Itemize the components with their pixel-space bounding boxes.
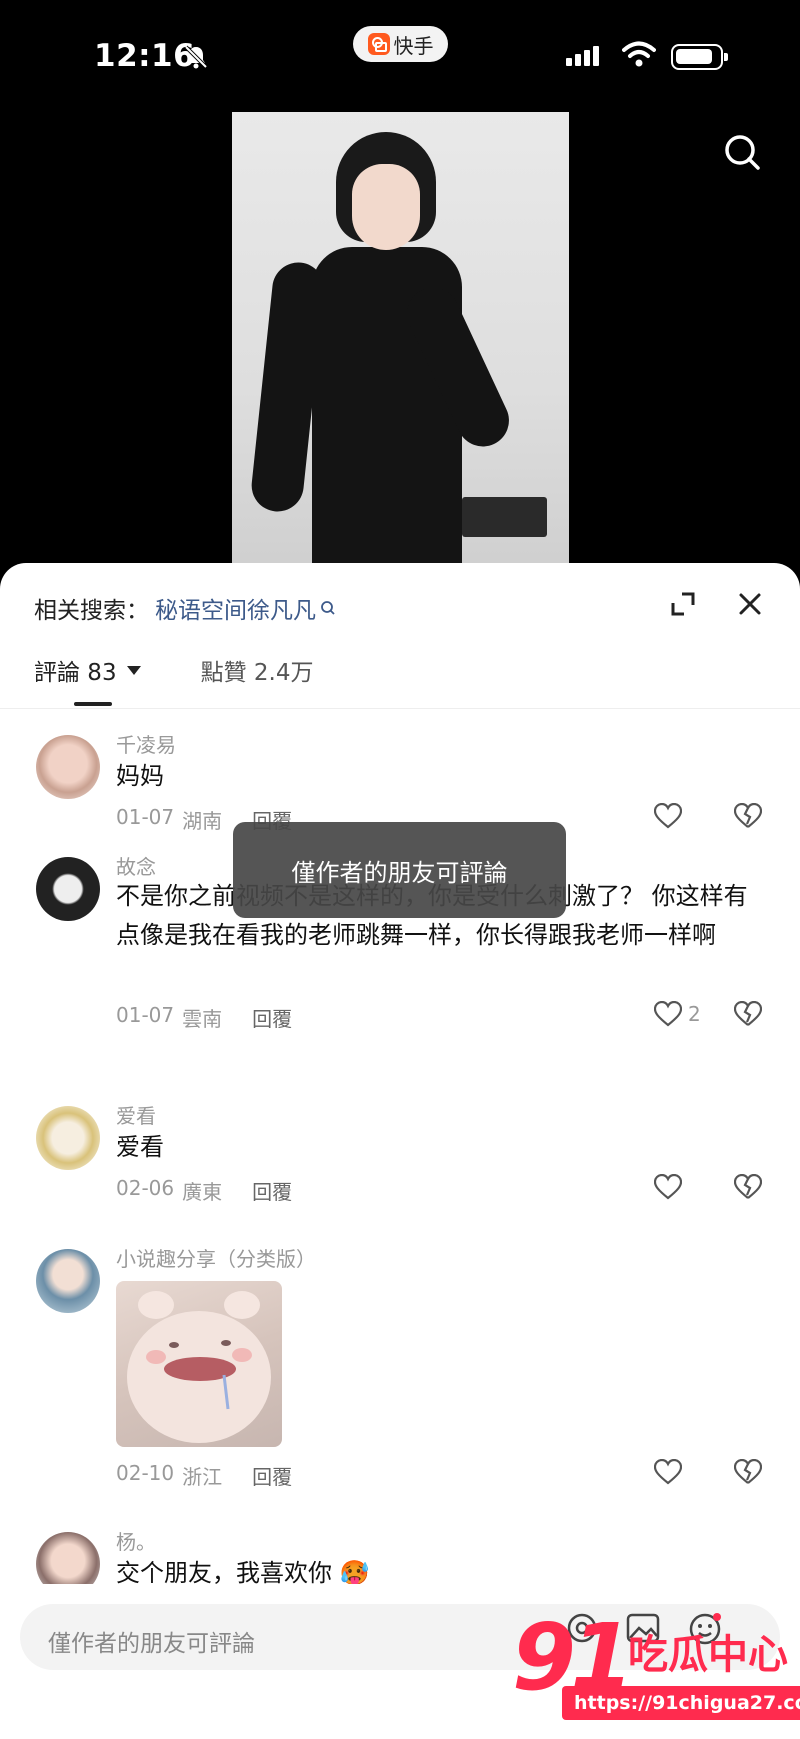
tab-bar: 評論 83 點贊 2.4万: [34, 653, 313, 687]
wifi-icon: [622, 41, 656, 67]
related-search-label: 相关搜索：: [34, 598, 149, 624]
reply-button[interactable]: 回覆: [252, 1176, 292, 1205]
tab-likes[interactable]: 點贊 2.4万: [201, 653, 314, 687]
related-search[interactable]: 相关搜索： 秘语空间徐凡凡: [34, 591, 336, 625]
avatar[interactable]: [36, 735, 100, 799]
tab-comments[interactable]: 評論 83: [34, 653, 141, 687]
comment-input-placeholder: 僅作者的朋友可評論: [48, 1631, 255, 1657]
heart-icon: [654, 1459, 682, 1485]
avatar[interactable]: [36, 1249, 100, 1313]
tab-active-indicator: [74, 702, 112, 706]
comment-sheet: 相关搜索： 秘语空间徐凡凡 評論 83 點贊 2.4万 千凌易 妈妈 01-07…: [0, 563, 800, 1739]
reply-button[interactable]: 回覆: [252, 1461, 292, 1490]
comment-text: 妈妈: [116, 762, 164, 790]
caret-down-icon: [126, 665, 141, 675]
comment-region: 雲南: [182, 1007, 223, 1031]
like-button[interactable]: [654, 803, 682, 829]
like-button[interactable]: [654, 1459, 682, 1485]
comment-meta: 02-10 浙江 回覆: [116, 1461, 292, 1490]
comment-author[interactable]: 千凌易: [116, 729, 176, 758]
comment-image[interactable]: [116, 1281, 282, 1447]
search-small-icon: [321, 601, 335, 615]
comment-region: 廣東: [182, 1180, 223, 1204]
close-icon[interactable]: [735, 589, 765, 619]
avatar[interactable]: [36, 1106, 100, 1170]
related-search-term[interactable]: 秘语空间徐凡凡: [155, 591, 316, 625]
status-bar: 12:16 快手: [0, 0, 800, 110]
comment-author[interactable]: 爱看: [116, 1100, 156, 1129]
broken-heart-icon[interactable]: [734, 803, 762, 829]
heart-icon: [654, 803, 682, 829]
comment-author[interactable]: 杨。: [116, 1526, 156, 1555]
silent-bell-icon: [184, 45, 208, 69]
watermark: 91 吃瓜中心 https://91chigua27.com: [510, 1604, 800, 1730]
tab-likes-label: 點贊 2.4万: [200, 660, 314, 686]
reply-button[interactable]: 回覆: [252, 1003, 292, 1032]
tab-comments-label: 評論 83: [34, 660, 117, 686]
app-badge-label: 快手: [393, 33, 434, 58]
comment-author[interactable]: 故念: [116, 851, 156, 880]
avatar[interactable]: [36, 857, 100, 921]
expand-icon[interactable]: [668, 589, 698, 619]
comment-date: 01-07: [116, 805, 175, 829]
comment-meta: 01-07 雲南 回覆: [116, 1003, 292, 1032]
comment-text: 爱看: [116, 1133, 164, 1161]
broken-heart-icon[interactable]: [734, 1001, 762, 1027]
comment-date: 02-10: [116, 1461, 175, 1485]
like-button[interactable]: 2: [654, 1001, 701, 1027]
hamster-sticker-image: [127, 1291, 271, 1443]
watermark-url: https://91chigua27.com: [562, 1686, 800, 1720]
app-badge[interactable]: 快手: [353, 26, 448, 62]
toast-message: 僅作者的朋友可評論: [233, 822, 566, 918]
status-time: 12:16: [94, 38, 196, 74]
kuaishou-logo-icon: [367, 33, 390, 55]
watermark-text: 吃瓜中心: [628, 1632, 788, 1678]
heart-icon: [654, 1001, 682, 1027]
cellular-signal-icon: [566, 46, 599, 66]
broken-heart-icon[interactable]: [734, 1174, 762, 1200]
search-icon[interactable]: [722, 132, 762, 172]
heart-icon: [654, 1174, 682, 1200]
like-count: 2: [688, 1002, 701, 1026]
like-button[interactable]: [654, 1174, 682, 1200]
comment-region: 湖南: [182, 809, 223, 833]
video-player[interactable]: [232, 112, 569, 572]
comment-author[interactable]: 小说趣分享（分类版）: [116, 1243, 316, 1272]
comment-meta: 02-06 廣東 回覆: [116, 1176, 292, 1205]
comment-date: 01-07: [116, 1003, 175, 1027]
comment-date: 02-06: [116, 1176, 175, 1200]
comment-region: 浙江: [182, 1465, 223, 1489]
battery-icon: [671, 44, 728, 70]
divider: [0, 708, 800, 709]
broken-heart-icon[interactable]: [734, 1459, 762, 1485]
